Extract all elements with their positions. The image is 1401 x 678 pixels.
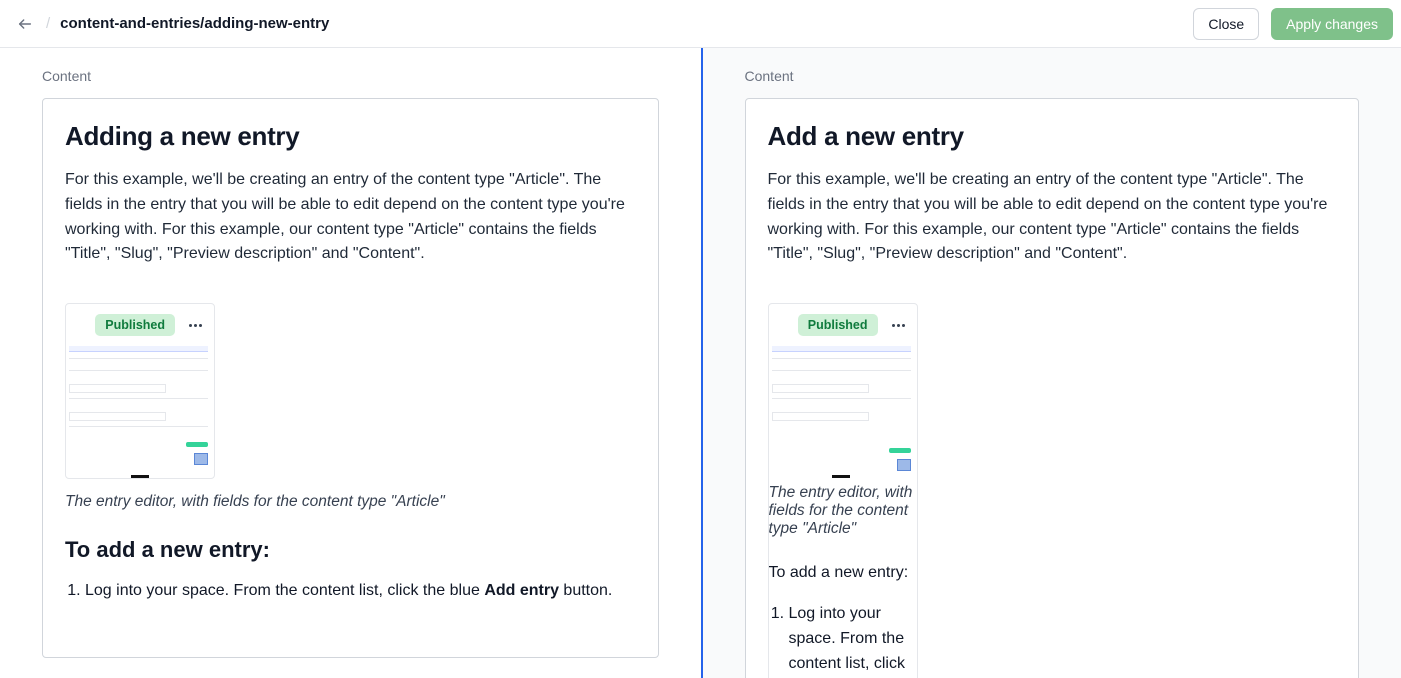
doc-title-left: Adding a new entry [65,121,636,152]
top-bar: / content-and-entries/adding-new-entry C… [0,0,1401,48]
doc-intro-left: For this example, we'll be creating an e… [65,168,636,267]
step-text: button. [559,582,612,599]
right-pane: Content Add a new entry For this example… [701,48,1401,678]
steps-list-right: Log into your space. From the content li… [769,602,917,678]
breadcrumb-separator: / [46,15,50,32]
doc-intro-right: For this example, we'll be creating an e… [768,168,1337,267]
thumb-body [769,346,917,484]
doc-card-right: Add a new entry For this example, we'll … [745,98,1360,678]
list-item: Log into your space. From the content li… [85,579,636,604]
step-text: Log into your space. From the content li… [789,605,905,678]
left-pane: Content Adding a new entry For this exam… [0,48,701,678]
doc-title-right: Add a new entry [768,121,1337,152]
thumb-toolbar: Published [769,304,917,346]
more-icon [892,324,905,327]
pane-label-left: Content [42,68,659,84]
doc-subheading-right: To add a new entry: [769,564,917,582]
screenshot-caption-right: The entry editor, with fields for the co… [769,484,917,538]
close-button[interactable]: Close [1193,8,1259,40]
screenshot-caption-left: The entry editor, with fields for the co… [65,493,636,511]
more-icon [189,324,202,327]
doc-card-left: Adding a new entry For this example, we'… [42,98,659,658]
apply-changes-button[interactable]: Apply changes [1271,8,1393,40]
step-bold: Add entry [484,582,559,599]
steps-list-left: Log into your space. From the content li… [65,579,636,604]
thumb-body [66,346,214,471]
list-item: Log into your space. From the content li… [789,602,917,678]
step-text: Log into your space. From the content li… [85,582,484,599]
arrow-left-icon [17,16,33,32]
screenshot-thumbnail-left[interactable]: Published [65,303,215,479]
thumb-toolbar: Published [66,304,214,346]
diff-split-view: Content Adding a new entry For this exam… [0,48,1401,678]
back-button[interactable] [14,13,36,35]
pane-label-right: Content [745,68,1360,84]
top-actions: Close Apply changes [1193,8,1393,40]
breadcrumb-text: content-and-entries/adding-new-entry [60,15,329,32]
status-badge: Published [798,314,878,336]
breadcrumb: / content-and-entries/adding-new-entry [14,13,329,35]
screenshot-thumbnail-right[interactable]: Published T [768,303,918,678]
doc-subheading-left: To add a new entry: [65,537,636,563]
status-badge: Published [95,314,175,336]
